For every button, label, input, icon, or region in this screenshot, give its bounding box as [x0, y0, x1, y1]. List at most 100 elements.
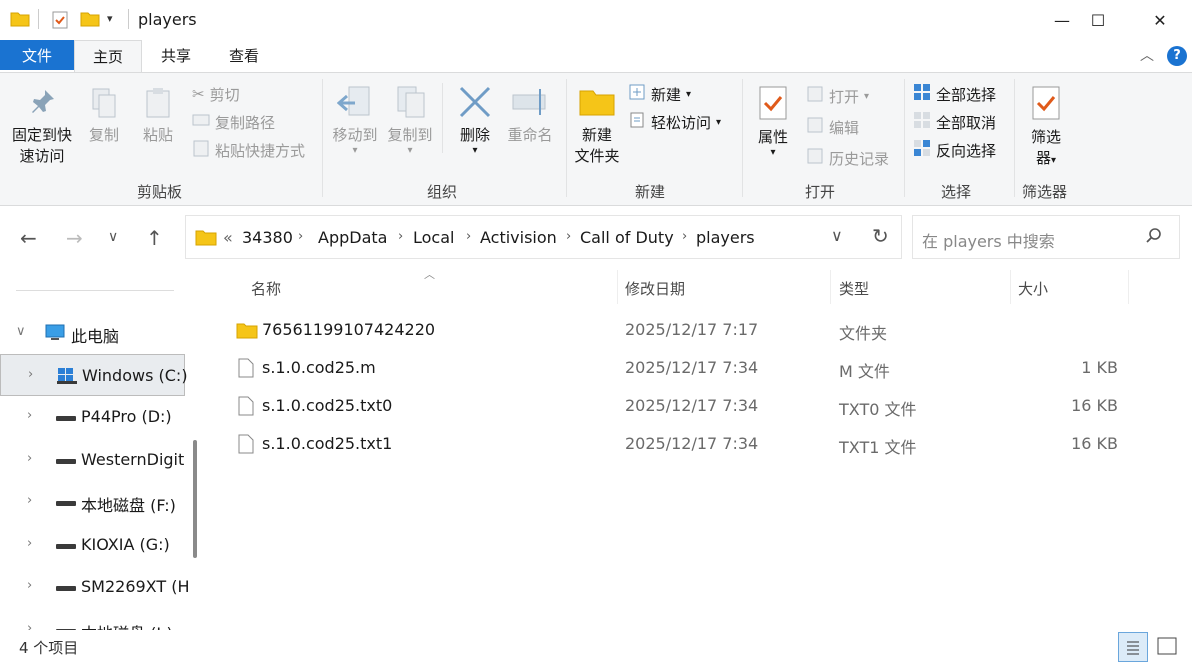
tab-view[interactable]: 查看 [212, 40, 276, 70]
collapse-ribbon-icon[interactable]: ︿ [1140, 45, 1154, 65]
quick-access-dropdown-icon[interactable]: ▾ [107, 12, 113, 25]
search-box[interactable]: 在 players 中搜索 [912, 215, 1180, 259]
open-button[interactable]: 打开 ▾ [806, 84, 869, 108]
chevron-right-icon[interactable]: › [566, 229, 571, 244]
drive-icon [56, 629, 76, 630]
column-divider[interactable] [830, 270, 831, 304]
copy-button[interactable]: 复制 [84, 87, 124, 146]
chevron-right-icon[interactable]: › [298, 229, 303, 244]
back-arrow-icon[interactable]: ← [20, 226, 37, 250]
pin-quick-access-button[interactable]: 固定到快 速访问 [4, 87, 80, 167]
edit-button[interactable]: 编辑 [806, 115, 859, 139]
help-icon[interactable]: ? [1167, 46, 1187, 66]
sidebar-scrollbar[interactable] [193, 440, 197, 558]
new-folder-quick-icon[interactable] [80, 10, 100, 32]
copy-path-button[interactable]: 复制路径 [192, 110, 275, 134]
breadcrumb-players[interactable]: players [696, 228, 755, 247]
easy-access-button[interactable]: 轻松访问 ▾ [628, 110, 721, 134]
tab-home[interactable]: 主页 [74, 40, 142, 72]
breadcrumb-activision[interactable]: Activision [480, 228, 557, 247]
invert-selection-icon [913, 139, 931, 161]
chevron-right-icon[interactable]: › [27, 408, 32, 423]
select-none-button[interactable]: 全部取消 [913, 110, 996, 134]
file-type: M 文件 [839, 362, 890, 381]
column-header-date[interactable]: 修改日期 [625, 278, 685, 299]
sidebar-item-drive-e[interactable]: › WesternDigit [0, 439, 185, 481]
file-row[interactable]: s.1.0.cod25.m 2025/12/17 7:34 M 文件 1 KB [220, 349, 1170, 387]
new-folder-button[interactable]: 新建 文件夹 [570, 85, 624, 167]
refresh-icon[interactable]: ↻ [872, 224, 889, 248]
drive-icon [56, 459, 76, 464]
paste-button[interactable]: 粘贴 [138, 87, 178, 146]
properties-button[interactable]: 属性 ▾ [750, 85, 796, 158]
new-item-label: 新建 [651, 85, 682, 104]
sidebar-item-drive-c[interactable]: › Windows (C:) [0, 354, 188, 396]
forward-arrow-icon[interactable]: → [66, 226, 83, 250]
close-button[interactable]: ✕ [1134, 0, 1186, 40]
up-arrow-icon[interactable]: ↑ [146, 226, 163, 250]
organize-group-label: 组织 [427, 183, 458, 201]
column-divider[interactable] [617, 270, 618, 304]
file-row[interactable]: s.1.0.cod25.txt1 2025/12/17 7:34 TXT1 文件… [220, 425, 1170, 463]
history-button[interactable]: 历史记录 [806, 146, 889, 170]
breadcrumb-overflow[interactable]: « [223, 228, 233, 247]
divider [322, 79, 323, 197]
copy-to-button[interactable]: 复制到 ▾ [383, 85, 437, 156]
sidebar-item-drive-h[interactable]: › SM2269XT (H [0, 566, 190, 608]
chevron-right-icon[interactable]: › [398, 229, 403, 244]
rename-button[interactable]: 重命名 [502, 85, 558, 146]
large-icons-view-button[interactable] [1156, 636, 1178, 662]
chevron-right-icon[interactable]: › [27, 493, 32, 508]
delete-button[interactable]: 删除 ▾ [450, 85, 500, 156]
column-header-size[interactable]: 大小 [1018, 278, 1048, 299]
chevron-down-icon[interactable]: ∨ [16, 324, 26, 339]
paste-shortcut-button[interactable]: 粘贴快捷方式 [192, 138, 305, 162]
file-name: s.1.0.cod25.txt0 [262, 396, 393, 415]
chevron-right-icon[interactable]: › [27, 621, 32, 630]
select-group-label: 选择 [941, 183, 972, 201]
properties-quick-icon[interactable] [50, 10, 70, 34]
file-icon [237, 434, 255, 458]
chevron-right-icon[interactable]: › [466, 229, 471, 244]
breadcrumb-34380[interactable]: 34380 [242, 228, 293, 247]
sidebar-label: P44Pro (D:) [81, 407, 172, 426]
tab-share[interactable]: 共享 [146, 40, 206, 70]
column-divider[interactable] [1128, 270, 1129, 304]
search-input[interactable]: 在 players 中搜索 [922, 228, 1055, 252]
dropdown-arrow-icon: ▾ [352, 145, 358, 156]
sidebar-item-drive-f[interactable]: › 本地磁盘 (F:) [0, 481, 185, 523]
invert-selection-button[interactable]: 反向选择 [913, 138, 996, 162]
chevron-right-icon[interactable]: › [682, 229, 687, 244]
tab-file[interactable]: 文件 [0, 40, 74, 70]
search-icon[interactable] [1145, 227, 1163, 249]
sidebar-item-drive-i[interactable]: › 本地磁盘 (I:) [0, 609, 185, 630]
breadcrumb-call-of-duty[interactable]: Call of Duty [580, 228, 674, 247]
chevron-right-icon[interactable]: › [27, 451, 32, 466]
cut-button[interactable]: ✂ 剪切 [192, 82, 240, 106]
chevron-right-icon[interactable]: › [27, 578, 32, 593]
file-row[interactable]: s.1.0.cod25.txt0 2025/12/17 7:34 TXT0 文件… [220, 387, 1170, 425]
divider [1014, 79, 1015, 197]
details-view-button[interactable] [1118, 632, 1148, 662]
sidebar-label: 本地磁盘 (F:) [81, 496, 176, 515]
recent-locations-icon[interactable]: ∨ [108, 229, 118, 245]
maximize-button[interactable]: ☐ [1072, 0, 1124, 40]
invert-selection-label: 反向选择 [936, 141, 997, 160]
select-all-button[interactable]: 全部选择 [913, 82, 996, 106]
column-header-name[interactable]: 名称 [251, 278, 281, 299]
breadcrumb-local[interactable]: Local [413, 228, 454, 247]
chevron-right-icon[interactable]: › [28, 367, 33, 382]
address-bar[interactable]: « 34380 › AppData › Local › Activision ›… [185, 215, 902, 259]
column-divider[interactable] [1010, 270, 1011, 304]
file-row[interactable]: 76561199107424220 2025/12/17 7:17 文件夹 [220, 311, 1170, 349]
breadcrumb-appdata[interactable]: AppData [318, 228, 387, 247]
sidebar-item-drive-g[interactable]: › KIOXIA (G:) [0, 524, 185, 566]
column-header-type[interactable]: 类型 [839, 278, 869, 299]
filter-button[interactable]: 筛选 器▾ [1024, 85, 1068, 171]
move-to-button[interactable]: 移动到 ▾ [328, 85, 382, 156]
new-item-button[interactable]: 新建 ▾ [628, 82, 691, 106]
chevron-right-icon[interactable]: › [27, 536, 32, 551]
sidebar-item-drive-d[interactable]: › P44Pro (D:) [0, 396, 185, 438]
sidebar-item-this-pc[interactable]: ∨ 此电脑 [0, 312, 185, 354]
address-dropdown-icon[interactable]: ∨ [831, 226, 843, 245]
